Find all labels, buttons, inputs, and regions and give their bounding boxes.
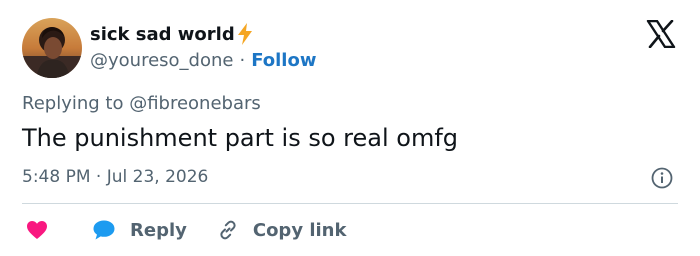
- replying-to: Replying to @fibreonebars: [22, 93, 261, 114]
- follow-button[interactable]: Follow: [251, 50, 316, 71]
- copy-link-button[interactable]: Copy link: [217, 219, 347, 241]
- action-bar: Reply Copy link: [26, 216, 346, 244]
- reply-mention[interactable]: @fibreonebars: [129, 93, 261, 114]
- handle-row: @youreso_done · Follow: [90, 48, 316, 72]
- divider: [22, 203, 678, 204]
- separator-dot: ·: [239, 49, 246, 71]
- info-icon[interactable]: [651, 167, 673, 189]
- tweet-card: sick sad world @youreso_done · Follow Re…: [0, 0, 700, 256]
- reply-button[interactable]: Reply: [92, 219, 187, 241]
- heart-icon[interactable]: [26, 220, 48, 240]
- tweet-timestamp[interactable]: 5:48 PM · Jul 23, 2026: [22, 167, 208, 187]
- display-name[interactable]: sick sad world: [90, 24, 235, 45]
- avatar[interactable]: [22, 18, 82, 78]
- reply-bubble-icon: [92, 219, 116, 241]
- tweet-text: The punishment part is so real omfg: [22, 124, 459, 152]
- copy-link-label: Copy link: [252, 219, 347, 241]
- reply-label: Reply: [130, 219, 187, 241]
- x-logo-icon[interactable]: [646, 19, 676, 49]
- user-handle[interactable]: @youreso_done: [90, 50, 233, 71]
- name-row: sick sad world: [90, 20, 253, 48]
- link-icon: [217, 219, 239, 241]
- replying-to-prefix: Replying to: [22, 93, 130, 114]
- lightning-bolt-icon: [237, 23, 253, 45]
